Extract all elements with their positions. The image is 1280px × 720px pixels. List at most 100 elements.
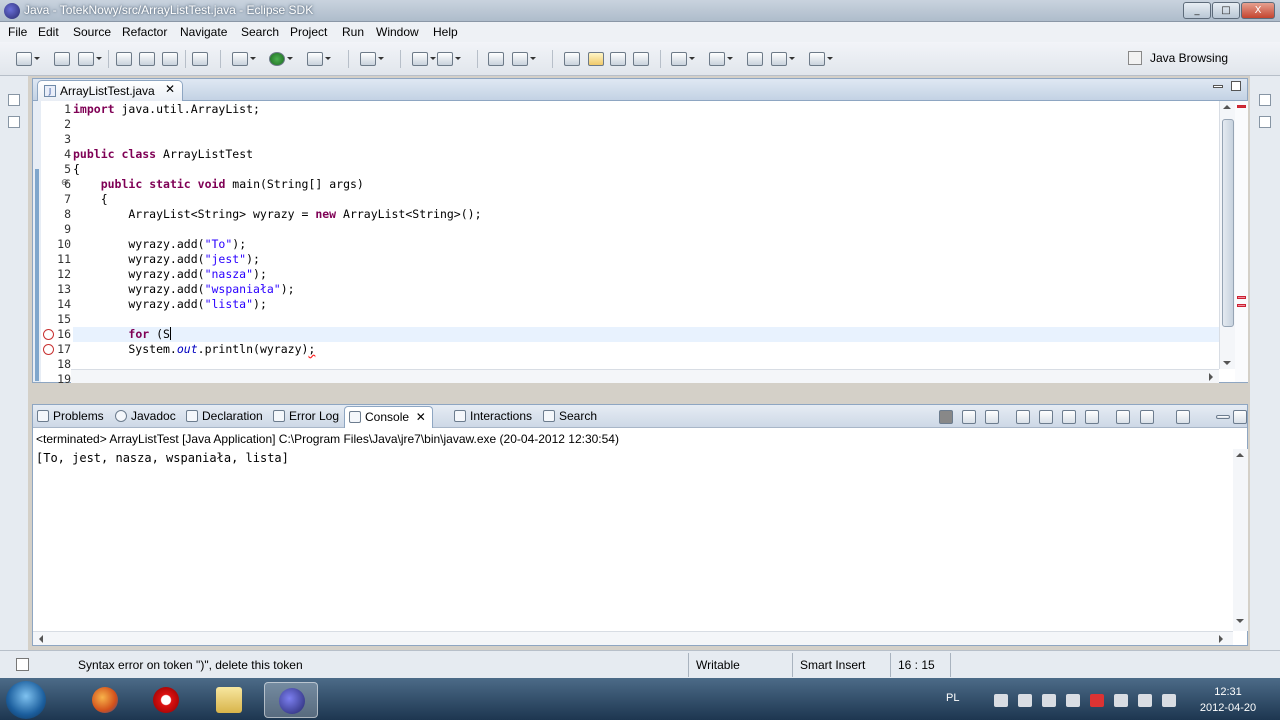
maximize-icon[interactable] [1233,410,1247,424]
start-button-icon[interactable] [6,681,46,719]
open-perspective-icon[interactable] [1128,51,1142,65]
flag-icon[interactable] [1114,694,1128,707]
maximize-button[interactable]: □ [1212,2,1240,19]
error-marker[interactable] [1237,296,1246,299]
tab-javadoc[interactable]: Javadoc [115,409,176,423]
code-line[interactable]: wyrazy.add("lista"); [73,297,267,312]
menu-help[interactable]: Help [433,25,458,39]
code-line[interactable]: System.out.println(wyrazy); [73,342,315,357]
code-line[interactable]: wyrazy.add("wspaniała"); [73,282,294,297]
tray-icon[interactable] [1042,694,1056,707]
menu-search[interactable]: Search [241,25,279,39]
menu-edit[interactable]: Edit [38,25,59,39]
mark-occurrences-icon[interactable] [564,52,580,66]
tray-icon[interactable] [994,694,1008,707]
security-icon[interactable] [1090,694,1104,707]
close-button[interactable]: X [1241,2,1275,19]
terminate-icon[interactable] [939,410,953,424]
new-class-icon[interactable] [437,52,461,66]
run-icon[interactable] [269,52,293,66]
remove-launch-icon[interactable] [962,410,976,424]
new-icon[interactable] [16,52,40,66]
save-all-icon[interactable] [139,52,155,66]
error-summary-marker[interactable] [1237,105,1246,108]
scroll-right-icon[interactable] [1209,373,1217,381]
menu-window[interactable]: Window [376,25,419,39]
code-line[interactable]: { [73,162,80,177]
new-java-icon[interactable] [78,52,102,66]
next-annotation-icon[interactable] [671,52,695,66]
tab-interactions[interactable]: Interactions [454,409,532,423]
speaker-icon[interactable] [1162,694,1176,707]
taskbar-firefox[interactable] [78,682,132,718]
scroll-right-icon[interactable] [1219,635,1227,643]
language-indicator[interactable]: PL [946,692,959,704]
scroll-left-icon[interactable] [35,635,43,643]
network-icon[interactable] [1138,694,1152,707]
taskbar-explorer[interactable] [202,682,256,718]
scroll-up-icon[interactable] [1236,449,1244,457]
minimize-button[interactable]: _ [1183,2,1211,19]
forward-icon[interactable] [809,52,833,66]
outline-icon[interactable] [1259,116,1271,128]
console-output[interactable]: [To, jest, nasza, wspaniała, lista] [36,451,289,465]
open-folder-icon[interactable] [488,52,504,66]
console-horizontal-scrollbar[interactable] [33,631,1233,645]
editor-horizontal-scrollbar[interactable] [71,369,1219,383]
show-whitespace-icon[interactable] [633,52,649,66]
close-tab-icon[interactable]: ✕ [165,82,175,96]
print-icon[interactable] [162,52,178,66]
restore-icon[interactable] [1259,94,1271,106]
search-pen-icon[interactable] [512,52,536,66]
code-line[interactable]: wyrazy.add("jest"); [73,252,260,267]
close-tab-icon[interactable]: ✕ [416,410,426,424]
error-marker[interactable] [1237,304,1246,307]
volume-icon[interactable] [1066,694,1080,707]
fast-view-icon[interactable] [16,658,29,671]
maximize-icon[interactable] [1231,81,1241,91]
code-line[interactable]: wyrazy.add("nasza"); [73,267,267,282]
code-line[interactable]: wyrazy.add("To"); [73,237,246,252]
fold-toggle-icon[interactable]: ⊖ [61,178,69,188]
scroll-thumb[interactable] [1222,119,1234,327]
taskbar-clock[interactable]: 12:31 2012-04-20 [1196,684,1260,716]
scroll-lock-icon[interactable] [1039,410,1053,424]
error-marker-icon[interactable] [43,344,54,355]
perspective-java-browsing[interactable]: Java Browsing [1150,51,1228,65]
taskbar-eclipse[interactable] [264,682,318,718]
menu-project[interactable]: Project [290,25,327,39]
taskbar-opera[interactable] [139,682,193,718]
highlight-icon[interactable] [588,52,604,66]
tab-problems[interactable]: Problems [37,409,104,423]
code-area[interactable]: import java.util.ArrayList; public class … [73,102,1219,369]
status-insert-mode[interactable]: Smart Insert [800,658,865,672]
previous-annotation-icon[interactable] [709,52,733,66]
scroll-up-icon[interactable] [1223,101,1231,109]
menu-refactor[interactable]: Refactor [122,25,167,39]
clear-console-icon[interactable] [1016,410,1030,424]
block-select-icon[interactable] [610,52,626,66]
code-line[interactable]: import java.util.ArrayList; [73,102,260,117]
menu-file[interactable]: File [8,25,27,39]
new-server-icon[interactable] [360,52,384,66]
restore-icon[interactable] [8,94,20,106]
menu-navigate[interactable]: Navigate [180,25,227,39]
external-tools-icon[interactable] [307,52,331,66]
open-type-icon[interactable] [54,52,70,66]
show-stdout-icon[interactable] [1062,410,1076,424]
code-line[interactable]: for (S [73,327,171,342]
tab-error-log[interactable]: Error Log [273,409,339,423]
minimize-icon[interactable] [1216,415,1230,419]
menu-source[interactable]: Source [73,25,111,39]
code-line[interactable]: ArrayList<String> wyrazy = new ArrayList… [73,207,481,222]
scroll-down-icon[interactable] [1236,619,1244,627]
code-line[interactable]: public class ArrayListTest [73,147,253,162]
tab-arraylisttest[interactable]: J ArrayListTest.java ✕ [37,80,183,101]
scroll-down-icon[interactable] [1223,361,1231,369]
code-line[interactable]: public static void main(String[] args) [73,177,364,192]
tray-icon[interactable] [1018,694,1032,707]
show-stderr-icon[interactable] [1085,410,1099,424]
package-explorer-icon[interactable] [8,116,20,128]
open-console-icon[interactable] [1176,410,1190,424]
tab-console[interactable]: Console ✕ [344,406,433,428]
